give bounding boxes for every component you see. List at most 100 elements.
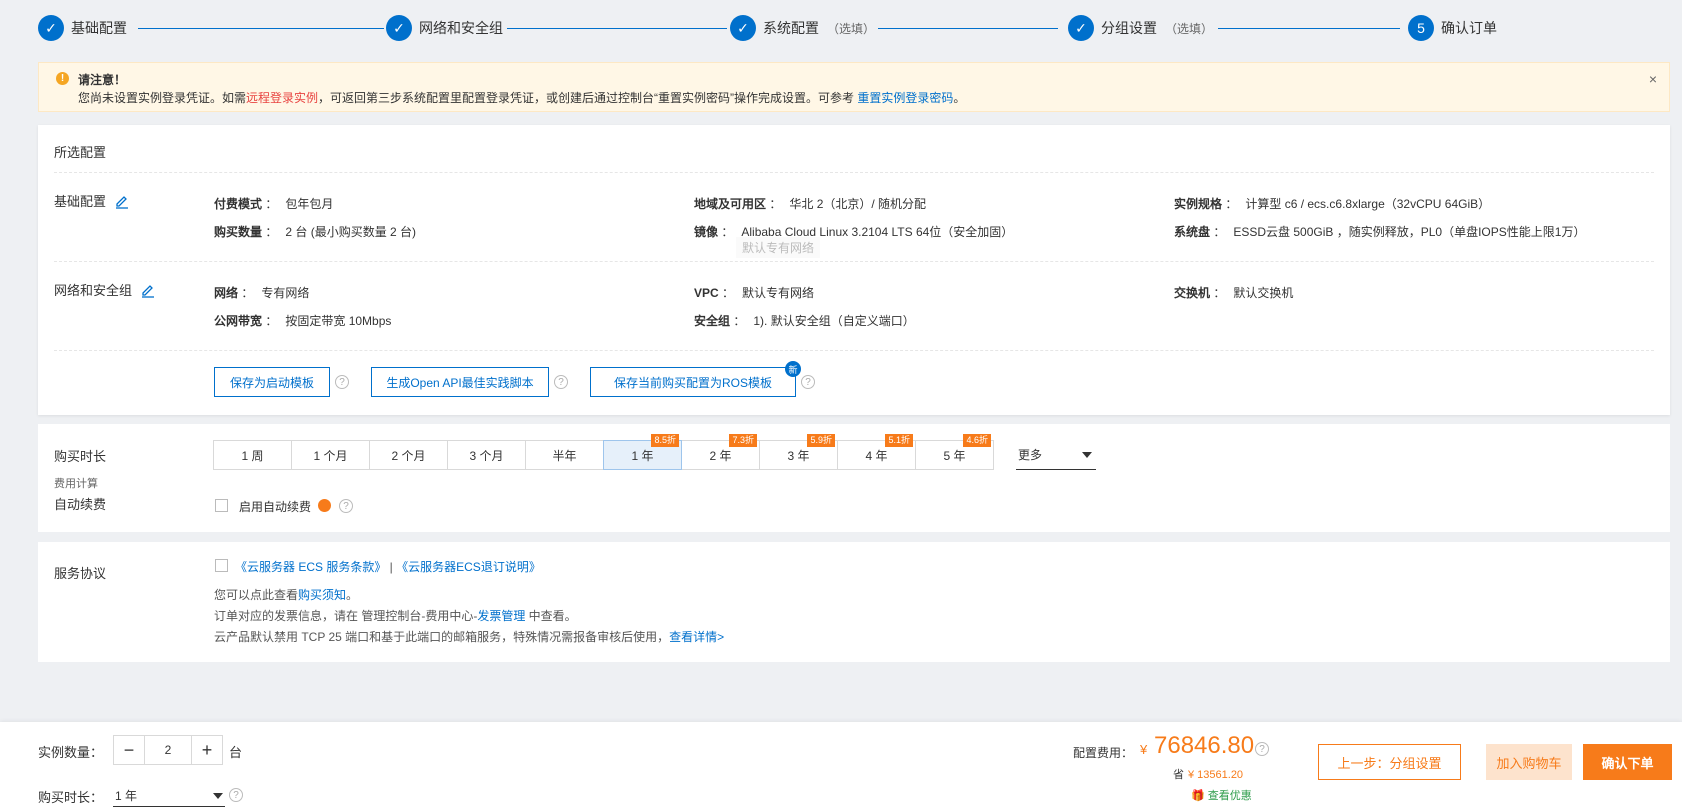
field-value: 默认专有网络 bbox=[742, 286, 815, 300]
help-icon[interactable]: ? bbox=[554, 375, 568, 389]
network-config-label: 网络和安全组 bbox=[54, 280, 156, 299]
service-note-1: 您可以点此查看购买须知。 bbox=[214, 586, 358, 603]
step-group[interactable]: ✓ 分组设置 （选填） bbox=[1068, 13, 1213, 43]
colon: ： bbox=[1213, 286, 1226, 300]
gen-openapi-script-button[interactable]: 生成Open API最佳实践脚本 bbox=[371, 367, 549, 397]
purchase-notice-link[interactable]: 购买须知 bbox=[298, 588, 346, 602]
confirm-order-button[interactable]: 确认下单 bbox=[1583, 744, 1672, 780]
save-ros-template-button[interactable]: 保存当前购买配置为ROS模板 新 bbox=[590, 361, 801, 397]
step-connector bbox=[1218, 28, 1400, 29]
field-key: 付费模式 bbox=[214, 197, 263, 211]
duration-value: 1 年 bbox=[115, 789, 138, 803]
more-label: 更多 bbox=[1018, 448, 1043, 462]
duration-label: 2 个月 bbox=[391, 448, 426, 463]
step-network[interactable]: ✓ 网络和安全组 bbox=[386, 13, 503, 43]
step-label: 基础配置 bbox=[71, 20, 127, 36]
edit-icon[interactable] bbox=[140, 282, 156, 298]
more-duration-select[interactable]: 更多 bbox=[1016, 440, 1096, 470]
close-icon[interactable]: × bbox=[1649, 71, 1657, 87]
step-label: 网络和安全组 bbox=[419, 20, 503, 36]
service-agreement-panel: 服务协议 《云服务器 ECS 服务条款》 | 《云服务器ECS退订说明》 您可以… bbox=[38, 542, 1670, 662]
edit-icon[interactable] bbox=[114, 193, 130, 209]
invoice-management-link[interactable]: 发票管理 bbox=[477, 609, 525, 623]
remote-login-link[interactable]: 远程登录实例 bbox=[246, 91, 318, 105]
help-icon[interactable]: ? bbox=[1255, 742, 1269, 756]
help-icon[interactable]: ? bbox=[229, 788, 243, 802]
discount-badge: 5.9折 bbox=[807, 434, 835, 447]
help-icon[interactable]: ? bbox=[335, 375, 349, 389]
colon: ： bbox=[1213, 225, 1226, 239]
network-config-text: 网络和安全组 bbox=[54, 283, 133, 298]
field-value: 默认交换机 bbox=[1233, 286, 1294, 300]
duration-label: 5 年 bbox=[943, 448, 966, 463]
duration-option-selected[interactable]: 1 年 8.5折 bbox=[603, 434, 682, 470]
note-text: 您可以点此查看 bbox=[214, 588, 299, 602]
duration-option[interactable]: 2 个月 bbox=[369, 440, 448, 470]
fee-calc-label: 费用计算 bbox=[54, 478, 98, 490]
duration-option[interactable]: 5 年 4.6折 bbox=[915, 434, 994, 470]
divider bbox=[54, 172, 1654, 173]
plus-button[interactable]: + bbox=[192, 736, 222, 764]
notice-text: 您尚未设置实例登录凭证。如需远程登录实例，可返回第三步系统配置里配置登录凭证，或… bbox=[78, 89, 965, 106]
view-details-link[interactable]: 查看详情> bbox=[669, 630, 724, 644]
step-basic[interactable]: ✓ 基础配置 bbox=[38, 13, 127, 43]
duration-option[interactable]: 4 年 5.1折 bbox=[837, 434, 916, 470]
duration-option[interactable]: 2 年 7.3折 bbox=[681, 434, 760, 470]
duration-option[interactable]: 3 年 5.9折 bbox=[759, 434, 838, 470]
quantity-unit: 台 bbox=[229, 745, 243, 760]
service-note-2: 订单对应的发票信息，请在 管理控制台-费用中心-发票管理 中查看。 bbox=[214, 607, 577, 624]
quantity-stepper: − 2 + bbox=[113, 735, 223, 765]
save-launch-template-button[interactable]: 保存为启动模板 bbox=[214, 367, 330, 397]
total-price: 76846.80 bbox=[1154, 732, 1255, 759]
section-title: 所选配置 bbox=[54, 145, 107, 160]
duration-option[interactable]: 1 周 bbox=[213, 440, 292, 470]
discount-badge: 7.3折 bbox=[729, 434, 757, 447]
ecs-refund-link[interactable]: 《云服务器ECS退订说明》 bbox=[396, 560, 541, 574]
field-value: 2 台 (最小购买数量 2 台) bbox=[285, 225, 417, 239]
reset-password-link[interactable]: 重置实例登录密码 bbox=[857, 91, 953, 105]
colon: ： bbox=[1225, 197, 1238, 211]
note-text: 云产品默认禁用 TCP 25 端口和基于此端口的邮箱服务，特殊情况需报备审核后使… bbox=[214, 630, 670, 644]
field-region: 地域及可用区 ： 华北 2（北京）/ 随机分配 bbox=[694, 195, 926, 212]
field-key: 实例规格 bbox=[1174, 197, 1223, 211]
colon: ： bbox=[733, 314, 746, 328]
duration-option[interactable]: 3 个月 bbox=[447, 440, 526, 470]
field-instance-type: 实例规格 ： 计算型 c6 / ecs.c6.8xlarge（32vCPU 64G… bbox=[1174, 195, 1490, 212]
savings: 省 ¥ 13561.20 bbox=[1173, 766, 1243, 782]
step-system[interactable]: ✓ 系统配置 （选填） bbox=[730, 13, 875, 43]
caret-down-icon bbox=[1082, 451, 1092, 458]
selected-config-panel: 所选配置 基础配置 付费模式 ： 包年包月 地域及可用区 ： 华北 2（北京）/ 随… bbox=[38, 125, 1670, 415]
auto-renew-checkbox[interactable] bbox=[215, 499, 228, 512]
field-key: VPC bbox=[694, 286, 719, 300]
add-to-cart-button[interactable]: 加入购物车 bbox=[1486, 744, 1572, 780]
field-key: 公网带宽 bbox=[214, 314, 263, 328]
previous-step-button[interactable]: 上一步：分组设置 bbox=[1318, 744, 1461, 780]
note-text: 。 bbox=[346, 588, 359, 602]
quantity-input[interactable]: 2 bbox=[144, 736, 192, 764]
duration-label: 2 年 bbox=[709, 448, 732, 463]
divider bbox=[54, 350, 1654, 351]
currency-symbol: ¥ bbox=[1140, 742, 1148, 757]
help-icon[interactable]: ? bbox=[339, 499, 353, 513]
duration-label: 1 个月 bbox=[313, 448, 348, 463]
step-connector bbox=[507, 28, 727, 29]
note-text: 中查看。 bbox=[525, 609, 577, 623]
warning-icon: ! bbox=[56, 72, 69, 85]
duration-option[interactable]: 1 个月 bbox=[291, 440, 370, 470]
separator: | bbox=[386, 560, 397, 574]
duration-option[interactable]: 半年 bbox=[525, 440, 604, 470]
field-value: 计算型 c6 / ecs.c6.8xlarge（32vCPU 64GiB） bbox=[1245, 197, 1491, 211]
price-label: 配置费用： bbox=[1073, 746, 1134, 760]
agreement-checkbox[interactable] bbox=[215, 559, 228, 572]
agreement-links: 《云服务器 ECS 服务条款》 | 《云服务器ECS退订说明》 bbox=[235, 558, 541, 575]
duration-select[interactable]: 1 年 bbox=[113, 785, 225, 807]
notice-text-part: 。 bbox=[953, 91, 966, 105]
ecs-terms-link[interactable]: 《云服务器 ECS 服务条款》 bbox=[235, 560, 386, 574]
view-promotions-link[interactable]: 🎁 查看优惠 bbox=[1191, 787, 1252, 803]
step-optional: （选填） bbox=[827, 22, 876, 36]
purchase-duration-panel: 购买时长 费用计算 自动续费 1 周 1 个月 2 个月 3 个月 半年 1 年… bbox=[38, 424, 1670, 532]
help-icon[interactable]: ? bbox=[801, 375, 815, 389]
basic-config-text: 基础配置 bbox=[54, 194, 107, 209]
minus-button[interactable]: − bbox=[114, 736, 144, 764]
check-icon: ✓ bbox=[1068, 15, 1094, 41]
